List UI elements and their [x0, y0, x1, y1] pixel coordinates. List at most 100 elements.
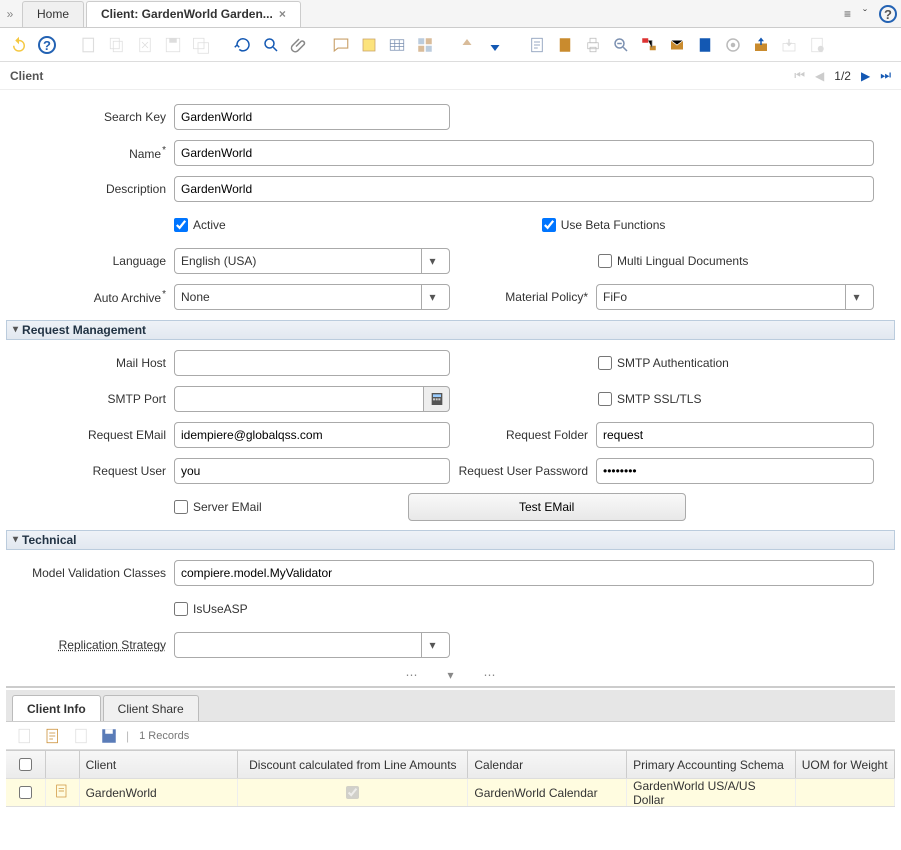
- use-beta-checkbox[interactable]: Use Beta Functions: [542, 218, 666, 232]
- tab-client[interactable]: Client: GardenWorld Garden... ×: [86, 1, 301, 27]
- tab-home[interactable]: Home: [22, 1, 84, 27]
- col-pas[interactable]: Primary Accounting Schema: [627, 751, 796, 778]
- edit-row-icon[interactable]: [54, 783, 70, 802]
- main-toolbar: ?: [0, 28, 901, 62]
- cell-calendar: GardenWorld Calendar: [468, 779, 627, 806]
- first-record-icon[interactable]: ⏮: [794, 68, 805, 83]
- export-icon[interactable]: [750, 34, 772, 56]
- save-create-icon[interactable]: [190, 34, 212, 56]
- print-icon[interactable]: [582, 34, 604, 56]
- label-model-validation: Model Validation Classes: [6, 566, 174, 580]
- attachment-icon[interactable]: [288, 34, 310, 56]
- prev-record-icon[interactable]: ◀: [815, 69, 824, 83]
- request-email-input[interactable]: [174, 422, 450, 448]
- chevron-down-icon[interactable]: ▾: [421, 633, 443, 657]
- chevron-down-icon[interactable]: ˇ: [863, 7, 867, 21]
- label-replication[interactable]: Replication Strategy: [6, 638, 174, 652]
- test-email-button[interactable]: Test EMail: [408, 493, 686, 521]
- label-request-folder: Request Folder: [450, 428, 596, 442]
- label-auto-archive: Auto Archive*: [6, 289, 174, 305]
- smtp-port-input[interactable]: [174, 386, 424, 412]
- sub-delete-icon[interactable]: [70, 725, 92, 747]
- request-folder-input[interactable]: [596, 422, 874, 448]
- active-wf-icon[interactable]: [638, 34, 660, 56]
- calculator-icon[interactable]: [424, 386, 450, 412]
- expand-down-icon[interactable]: ▾: [447, 668, 453, 682]
- server-email-checkbox[interactable]: Server EMail: [174, 500, 262, 514]
- multi-lingual-checkbox[interactable]: Multi Lingual Documents: [598, 254, 748, 268]
- more-right-icon[interactable]: ⋯: [484, 668, 496, 682]
- more-left-icon[interactable]: ⋯: [405, 668, 417, 682]
- about-icon[interactable]: ?: [36, 34, 58, 56]
- chevron-down-icon[interactable]: ▾: [421, 249, 443, 273]
- sub-save-icon[interactable]: [98, 725, 120, 747]
- label-mail-host: Mail Host: [6, 356, 174, 370]
- multi-icon[interactable]: [414, 34, 436, 56]
- language-combo[interactable]: English (USA)▾: [174, 248, 450, 274]
- col-calendar[interactable]: Calendar: [468, 751, 627, 778]
- grid-icon[interactable]: [386, 34, 408, 56]
- requests-icon[interactable]: [666, 34, 688, 56]
- table-row[interactable]: GardenWorld GardenWorld Calendar GardenW…: [6, 779, 895, 807]
- subtab-client-share[interactable]: Client Share: [103, 695, 199, 721]
- smtp-auth-checkbox[interactable]: SMTP Authentication: [598, 356, 729, 370]
- row-select-checkbox[interactable]: [19, 786, 32, 799]
- request-user-input[interactable]: [174, 458, 450, 484]
- refresh-icon[interactable]: [232, 34, 254, 56]
- chevron-down-icon[interactable]: ▾: [845, 285, 867, 309]
- cell-pas: GardenWorld US/A/US Dollar: [627, 779, 796, 806]
- menu-icon[interactable]: ≡: [844, 7, 851, 21]
- search-key-input[interactable]: [174, 104, 450, 130]
- col-client[interactable]: Client: [80, 751, 239, 778]
- customize-icon[interactable]: [806, 34, 828, 56]
- next-record-icon[interactable]: ▶: [861, 69, 870, 83]
- description-input[interactable]: [174, 176, 874, 202]
- copy-icon[interactable]: [106, 34, 128, 56]
- label-description: Description: [6, 182, 174, 196]
- product-info-icon[interactable]: [694, 34, 716, 56]
- name-input[interactable]: [174, 140, 874, 166]
- detail-icon[interactable]: [484, 34, 506, 56]
- mail-host-input[interactable]: [174, 350, 450, 376]
- collapse-icon: ▾: [13, 530, 18, 550]
- chevron-down-icon[interactable]: ▾: [421, 285, 443, 309]
- request-user-pwd-input[interactable]: [596, 458, 874, 484]
- tab-client-label: Client: GardenWorld Garden...: [101, 1, 273, 27]
- subtab-client-info[interactable]: Client Info: [12, 695, 101, 721]
- note-icon[interactable]: [358, 34, 380, 56]
- auto-archive-combo[interactable]: None▾: [174, 284, 450, 310]
- parent-icon[interactable]: [456, 34, 478, 56]
- import-icon[interactable]: [778, 34, 800, 56]
- smtp-ssl-checkbox[interactable]: SMTP SSL/TLS: [598, 392, 701, 406]
- active-checkbox[interactable]: Active: [174, 218, 226, 232]
- cell-uom: [796, 779, 895, 806]
- section-request-management[interactable]: ▾Request Management: [6, 320, 895, 340]
- col-discount[interactable]: Discount calculated from Line Amounts: [238, 751, 468, 778]
- section-technical[interactable]: ▾Technical: [6, 530, 895, 550]
- sub-new-icon[interactable]: [14, 725, 36, 747]
- is-use-asp-checkbox[interactable]: IsUseASP: [174, 602, 248, 616]
- close-icon[interactable]: ×: [279, 1, 286, 27]
- zoom-across-icon[interactable]: [610, 34, 632, 56]
- help-icon[interactable]: ?: [879, 5, 897, 23]
- archive-icon[interactable]: [554, 34, 576, 56]
- model-validation-input[interactable]: [174, 560, 874, 586]
- replication-combo[interactable]: ▾: [174, 632, 450, 658]
- delete-icon[interactable]: [134, 34, 156, 56]
- undo-icon[interactable]: [8, 34, 30, 56]
- pager-text: 1/2: [834, 69, 851, 83]
- new-icon[interactable]: [78, 34, 100, 56]
- report-icon[interactable]: [526, 34, 548, 56]
- material-policy-combo[interactable]: FiFo▾: [596, 284, 874, 310]
- page-title: Client: [10, 69, 794, 83]
- find-icon[interactable]: [260, 34, 282, 56]
- col-uom[interactable]: UOM for Weight: [796, 751, 895, 778]
- chat-icon[interactable]: [330, 34, 352, 56]
- select-all-checkbox[interactable]: [19, 758, 32, 771]
- last-record-icon[interactable]: ⏭: [880, 68, 891, 83]
- process-icon[interactable]: [722, 34, 744, 56]
- sub-edit-icon[interactable]: [42, 725, 64, 747]
- save-icon[interactable]: [162, 34, 184, 56]
- label-request-email: Request EMail: [6, 428, 174, 442]
- expand-left-icon[interactable]: »: [0, 7, 20, 21]
